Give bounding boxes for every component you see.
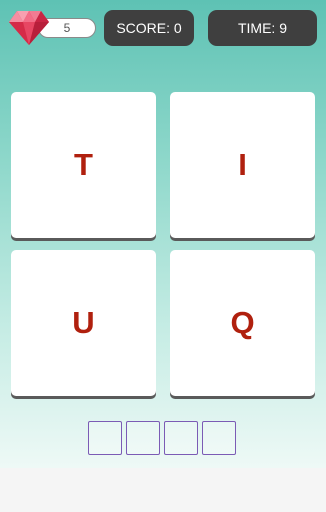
letter-tile-3[interactable]: U xyxy=(11,250,156,396)
answer-slot-2[interactable] xyxy=(126,421,160,455)
answer-slot-1[interactable] xyxy=(88,421,122,455)
time-display: TIME: 9 xyxy=(208,10,317,46)
answer-slot-3[interactable] xyxy=(164,421,198,455)
score-display: SCORE: 0 xyxy=(104,10,194,46)
tile-letter: T xyxy=(74,147,93,182)
tile-letter: U xyxy=(72,305,95,340)
letter-tile-4[interactable]: Q xyxy=(170,250,315,396)
bottom-bar xyxy=(0,468,326,512)
letter-tile-2[interactable]: I xyxy=(170,92,315,238)
tile-letter: I xyxy=(238,147,247,182)
answer-slot-4[interactable] xyxy=(202,421,236,455)
gem-counter: 5 xyxy=(8,8,96,45)
letter-tile-1[interactable]: T xyxy=(11,92,156,238)
ruby-gem-icon xyxy=(9,11,49,45)
tile-letter: Q xyxy=(230,305,255,340)
